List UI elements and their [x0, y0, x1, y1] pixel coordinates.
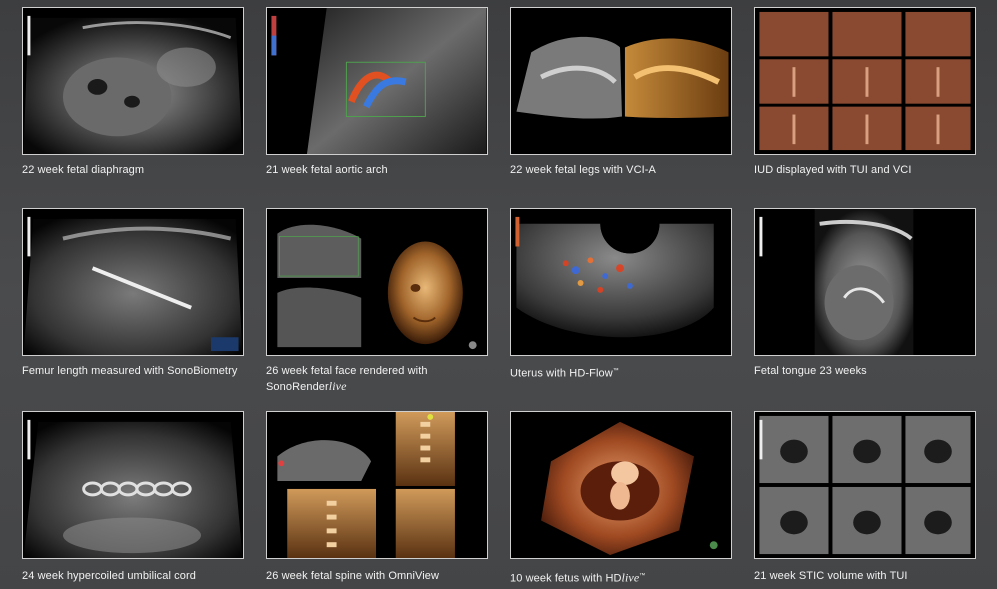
ultrasound-image-stic-tui[interactable]: [754, 411, 976, 559]
ultrasound-image-aortic-arch[interactable]: [266, 7, 488, 155]
ultrasound-image-fetus-hdlive[interactable]: [510, 411, 732, 559]
ultrasound-image-femur-length[interactable]: [22, 208, 244, 356]
caption-fetus-hdlive: 10 week fetus with HDlive™: [510, 570, 646, 585]
caption-umbilical-cord: 24 week hypercoiled umbilical cord: [22, 570, 196, 582]
ultrasound-image-iud-tui[interactable]: [754, 7, 976, 155]
ultrasound-image-fetal-tongue[interactable]: [754, 208, 976, 356]
ultrasound-uterus-hdflow-graphic: [515, 209, 714, 338]
ultrasound-aortic-arch-graphic: [271, 8, 487, 154]
caption-femur-length: Femur length measured with SonoBiometry: [22, 365, 238, 377]
ultrasound-femur-graphic: [23, 216, 243, 355]
ultrasound-fetal-face-graphic: [277, 224, 477, 350]
caption-stic-tui: 21 week STIC volume with TUI: [754, 570, 908, 582]
ultrasound-iud-tui-grid-graphic: [759, 11, 971, 151]
caption-fetal-face: 26 week fetal face rendered with SonoRen…: [266, 365, 428, 393]
ultrasound-stic-tui-grid-graphic: [759, 415, 971, 555]
caption-fetal-tongue: Fetal tongue 23 weeks: [754, 365, 867, 377]
ultrasound-fetus-hdlive-graphic: [541, 421, 718, 556]
ultrasound-fetal-diaphragm-graphic: [23, 15, 243, 154]
ultrasound-image-fetal-spine[interactable]: [266, 411, 488, 559]
ultrasound-image-uterus-hdflow[interactable]: [510, 208, 732, 356]
ultrasound-image-fetal-face[interactable]: [266, 208, 488, 356]
ultrasound-image-umbilical-cord[interactable]: [22, 411, 244, 559]
caption-iud-tui: IUD displayed with TUI and VCI: [754, 164, 912, 176]
caption-fetal-legs: 22 week fetal legs with VCI-A: [510, 164, 656, 176]
caption-fetal-diaphragm: 22 week fetal diaphragm: [22, 164, 145, 176]
ultrasound-fetal-spine-graphic: [277, 412, 455, 558]
ultrasound-fetal-legs-graphic: [516, 36, 729, 119]
caption-fetal-spine: 26 week fetal spine with OmniView: [266, 570, 440, 582]
ultrasound-umbilical-cord-graphic: [23, 419, 243, 558]
caption-aortic-arch: 21 week fetal aortic arch: [266, 164, 388, 176]
caption-uterus-hdflow: Uterus with HD-Flow™: [510, 367, 619, 380]
ultrasound-fetal-tongue-graphic: [759, 209, 914, 355]
ultrasound-image-fetal-legs[interactable]: [510, 7, 732, 155]
ultrasound-image-fetal-diaphragm[interactable]: [22, 7, 244, 155]
